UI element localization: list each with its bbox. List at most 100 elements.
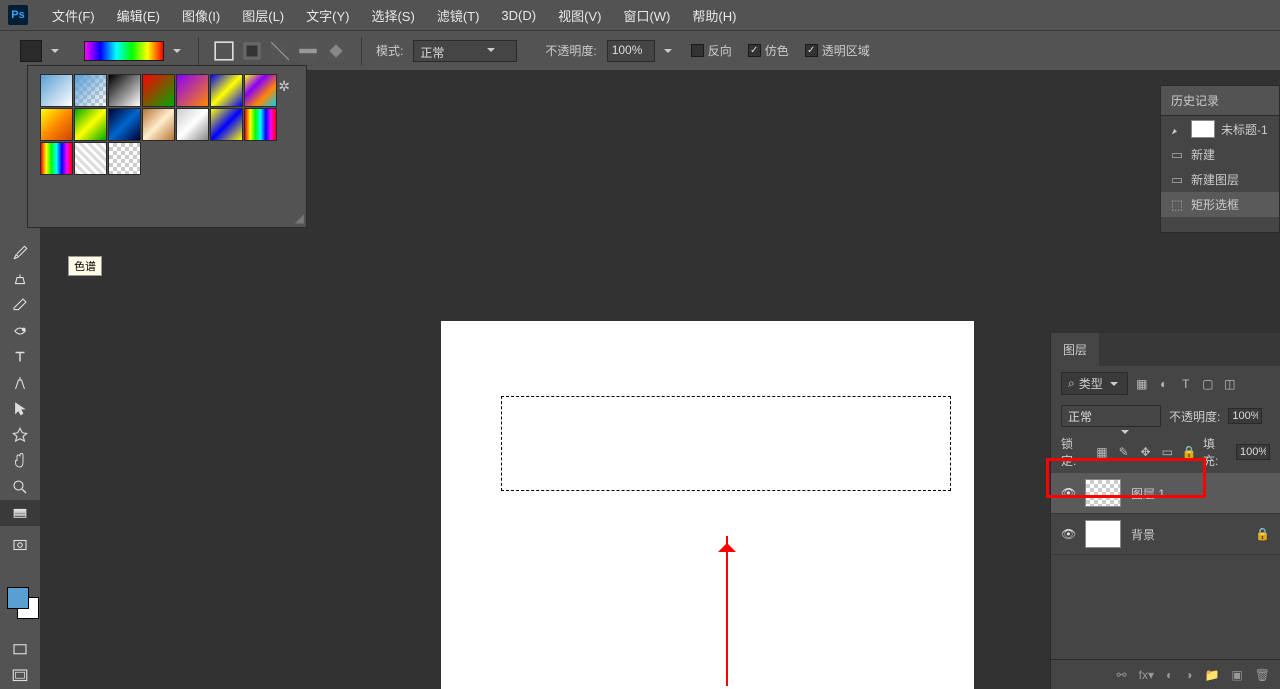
opacity-input[interactable]: 100%	[607, 40, 655, 62]
separator	[198, 37, 199, 65]
history-tab[interactable]: 历史记录	[1161, 86, 1279, 116]
gradient-swatch[interactable]	[108, 142, 141, 175]
tool-preset-picker[interactable]	[20, 40, 42, 62]
reverse-checkbox[interactable]: 反向	[691, 42, 732, 59]
dither-checkbox[interactable]: 仿色	[748, 42, 789, 59]
history-step[interactable]: ▭ 新建	[1161, 142, 1279, 167]
filter-type-icon[interactable]: T	[1178, 376, 1194, 392]
gradient-swatch[interactable]	[142, 74, 175, 107]
menu-filter[interactable]: 滤镜(T)	[427, 2, 490, 29]
mask-icon[interactable]: ◐	[1166, 668, 1173, 682]
group-icon[interactable]: 📁	[1204, 668, 1219, 682]
filter-smart-icon[interactable]: ◫	[1222, 376, 1238, 392]
history-panel: 历史记录 未标题-1 ▭ 新建 ▭ 新建图层 ⬚ 矩形选框	[1160, 85, 1280, 233]
filter-adjust-icon[interactable]: ◐	[1156, 376, 1172, 392]
radial-gradient-icon[interactable]	[241, 40, 263, 62]
gradient-swatch[interactable]	[108, 108, 141, 141]
gradient-swatch[interactable]	[210, 74, 243, 107]
quick-mask-tool[interactable]	[0, 532, 40, 558]
diamond-gradient-icon[interactable]	[325, 40, 347, 62]
menu-view[interactable]: 视图(V)	[548, 2, 611, 29]
mode-select[interactable]: 正常	[413, 40, 517, 62]
ps-logo: Ps	[8, 5, 28, 25]
history-step[interactable]: ⬚ 矩形选框	[1161, 192, 1279, 217]
menu-type[interactable]: 文字(Y)	[296, 2, 359, 29]
gradient-swatch[interactable]	[40, 108, 73, 141]
gradient-swatch[interactable]	[176, 74, 209, 107]
layer-thumb[interactable]	[1085, 520, 1121, 548]
gradient-picker[interactable]	[84, 41, 164, 61]
gradient-swatch[interactable]	[142, 108, 175, 141]
menu-edit[interactable]: 编辑(E)	[107, 2, 170, 29]
history-step-label: 新建图层	[1191, 171, 1239, 188]
gradient-preset-panel: ✲ 色谱 ◢	[27, 65, 307, 228]
layer-opacity-input[interactable]	[1228, 408, 1262, 424]
delete-icon[interactable]: 🗑	[1255, 668, 1270, 682]
fx-icon[interactable]: fx▾	[1139, 668, 1154, 682]
clone-stamp-tool[interactable]	[0, 266, 40, 292]
eraser-tool[interactable]	[0, 292, 40, 318]
gradient-swatch[interactable]	[244, 108, 277, 141]
filter-pixel-icon[interactable]: ▦	[1134, 376, 1150, 392]
tool-preset-dd[interactable]	[48, 44, 62, 58]
history-step[interactable]: ▭ 新建图层	[1161, 167, 1279, 192]
reflected-gradient-icon[interactable]	[297, 40, 319, 62]
path-select-tool[interactable]	[0, 396, 40, 422]
gradient-swatch[interactable]	[74, 74, 107, 107]
gradient-swatch[interactable]	[74, 142, 107, 175]
menu-help[interactable]: 帮助(H)	[682, 2, 746, 29]
gradient-tooltip: 色谱	[68, 256, 102, 276]
pen-tool[interactable]	[0, 370, 40, 396]
history-step-label: 矩形选框	[1191, 196, 1239, 213]
marquee-icon: ⬚	[1169, 197, 1185, 213]
fill-input[interactable]	[1236, 444, 1270, 460]
gradient-swatch[interactable]	[176, 108, 209, 141]
link-icon[interactable]: ⚯	[1117, 668, 1127, 682]
transparency-checkbox[interactable]: 透明区域	[805, 42, 870, 59]
menu-layer[interactable]: 图层(L)	[232, 2, 294, 29]
screen-mode-tool[interactable]	[0, 637, 40, 663]
opacity-dd[interactable]	[661, 44, 675, 58]
fill-label: 填充:	[1203, 435, 1230, 469]
gradient-swatch[interactable]	[244, 74, 277, 107]
angle-gradient-icon[interactable]	[269, 40, 291, 62]
zoom-tool[interactable]	[0, 474, 40, 500]
layer-opacity-label: 不透明度:	[1169, 408, 1220, 425]
new-layer-icon[interactable]: ▣	[1231, 668, 1242, 682]
menu-3d[interactable]: 3D(D)	[491, 4, 546, 27]
visibility-icon[interactable]: 👁	[1061, 527, 1075, 541]
blend-mode-select[interactable]: 正常	[1061, 405, 1161, 427]
gradient-swatch[interactable]	[210, 108, 243, 141]
adjustment-icon[interactable]: ◑	[1185, 668, 1192, 682]
menu-file[interactable]: 文件(F)	[42, 2, 105, 29]
shape-tool[interactable]	[0, 422, 40, 448]
linear-gradient-icon[interactable]	[213, 40, 235, 62]
layer-name[interactable]: 背景	[1131, 526, 1155, 543]
gradient-swatch[interactable]	[108, 74, 141, 107]
layer-row[interactable]: 👁 背景 🔒	[1051, 514, 1280, 555]
brush-tool[interactable]	[0, 240, 40, 266]
hand-tool[interactable]	[0, 448, 40, 474]
annotation-arrow	[726, 536, 728, 686]
layer-filter-kind[interactable]: ⌕ 类型	[1061, 372, 1128, 395]
screen-mode-full[interactable]	[0, 663, 40, 689]
gradient-tool[interactable]	[0, 318, 40, 344]
menubar: Ps 文件(F) 编辑(E) 图像(I) 图层(L) 文字(Y) 选择(S) 滤…	[0, 0, 1280, 30]
gradient-dd[interactable]	[170, 44, 184, 58]
gear-icon[interactable]: ✲	[278, 78, 290, 95]
new-layer-icon: ▭	[1169, 172, 1185, 188]
history-document[interactable]: 未标题-1	[1161, 116, 1279, 142]
gradient-swatch[interactable]	[74, 108, 107, 141]
menu-image[interactable]: 图像(I)	[172, 2, 230, 29]
gradient-swatch[interactable]	[40, 142, 73, 175]
type-tool[interactable]	[0, 344, 40, 370]
edit-toolbar[interactable]	[0, 500, 40, 526]
gradient-swatch[interactable]	[40, 74, 73, 107]
foreground-color[interactable]	[7, 587, 29, 609]
resize-grip[interactable]: ◢	[295, 211, 304, 225]
layers-tab[interactable]: 图层	[1051, 333, 1099, 366]
menu-select[interactable]: 选择(S)	[361, 2, 424, 29]
filter-shape-icon[interactable]: ▢	[1200, 376, 1216, 392]
menu-window[interactable]: 窗口(W)	[613, 2, 680, 29]
document-canvas[interactable]	[441, 321, 974, 689]
